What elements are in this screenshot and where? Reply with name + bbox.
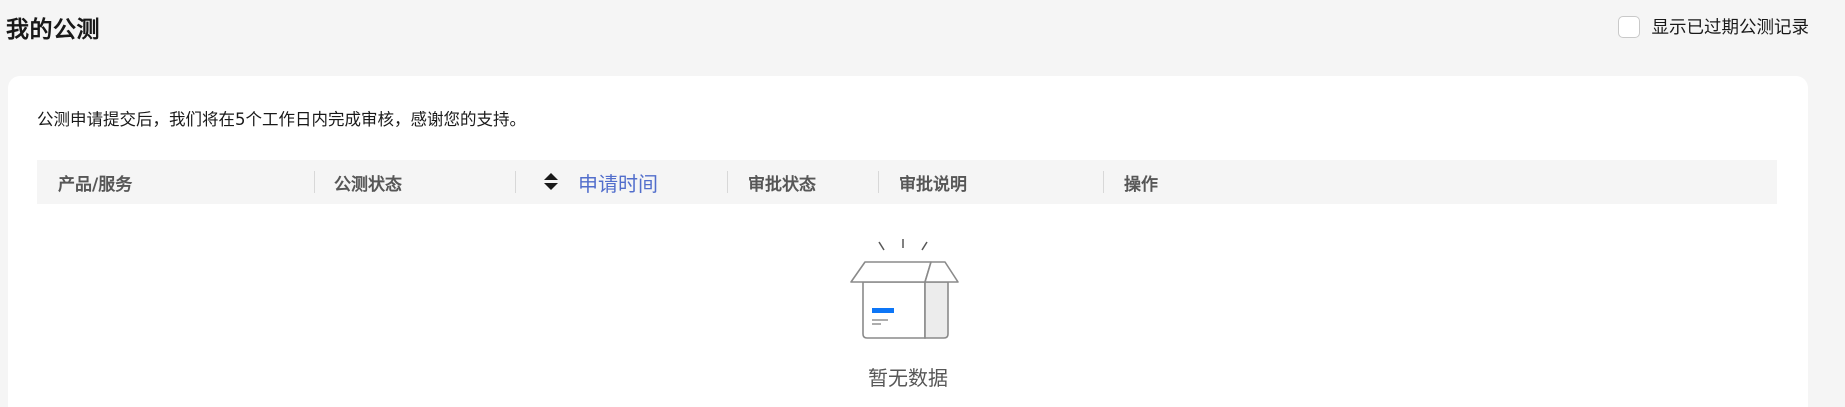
empty-state: 暂无数据 (8, 236, 1808, 391)
records-card: 公测申请提交后，我们将在5个工作日内完成审核，感谢您的支持。 产品/服务 公测状… (8, 76, 1808, 407)
column-header-beta-status-label: 公测状态 (334, 174, 402, 195)
column-divider (1103, 171, 1104, 193)
column-divider (727, 171, 728, 193)
review-notice: 公测申请提交后，我们将在5个工作日内完成审核，感谢您的支持。 (37, 110, 526, 129)
table-header: 产品/服务 公测状态 申请时间 审批状态 审批说明 操作 (37, 160, 1777, 204)
column-divider (878, 171, 879, 193)
empty-state-text: 暂无数据 (868, 366, 948, 390)
column-header-actions-label: 操作 (1124, 174, 1158, 195)
sort-icon[interactable] (542, 170, 560, 194)
column-header-approval-status: 审批状态 (748, 160, 816, 204)
column-header-approval-status-label: 审批状态 (748, 174, 816, 195)
column-header-product: 产品/服务 (58, 160, 132, 204)
column-divider (515, 171, 516, 193)
column-header-approval-note-label: 审批说明 (899, 174, 967, 195)
column-header-actions: 操作 (1124, 160, 1158, 204)
show-expired-label[interactable]: 显示已过期公测记录 (1652, 14, 1810, 39)
column-header-beta-status: 公测状态 (334, 160, 402, 204)
empty-box-icon (850, 239, 959, 339)
show-expired-toggle[interactable]: 显示已过期公测记录 (1617, 14, 1810, 39)
column-header-product-label: 产品/服务 (58, 174, 133, 195)
column-header-apply-time-label[interactable]: 申请时间 (578, 168, 658, 197)
show-expired-checkbox[interactable] (1617, 15, 1640, 38)
column-header-approval-note: 审批说明 (899, 160, 967, 204)
column-header-apply-time[interactable]: 申请时间 (542, 160, 658, 204)
column-divider (314, 171, 315, 193)
page: 我的公测 显示已过期公测记录 公测申请提交后，我们将在5个工作日内完成审核，感谢… (0, 0, 1845, 407)
page-title: 我的公测 (6, 17, 100, 43)
